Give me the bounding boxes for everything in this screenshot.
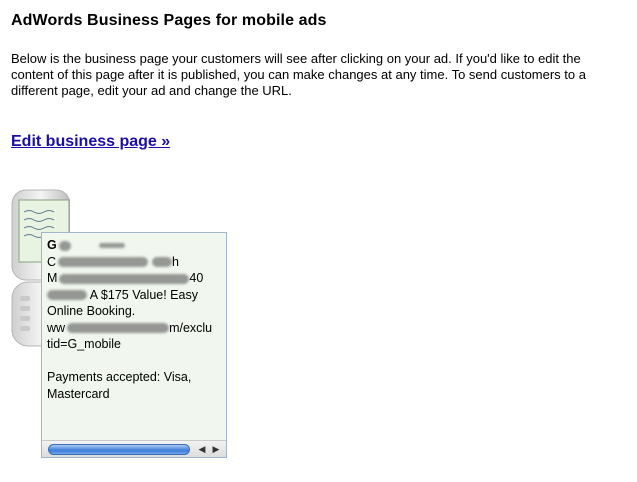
preview-text: C bbox=[47, 254, 57, 269]
preview-line: M 40 bbox=[47, 270, 226, 287]
preview-text: 40 bbox=[189, 271, 204, 285]
page-description: Below is the business page your customer… bbox=[11, 51, 586, 98]
preview-url-text: ww bbox=[47, 320, 66, 335]
preview-url-text: tid=G_mobile bbox=[47, 337, 121, 351]
page-title: AdWords Business Pages for mobile ads bbox=[11, 12, 327, 29]
preview-text: h bbox=[172, 254, 179, 269]
redacted-text bbox=[98, 243, 125, 249]
redacted-text bbox=[58, 257, 149, 268]
preview-line: Ch bbox=[47, 254, 226, 271]
preview-line: ww m/exclu bbox=[47, 320, 226, 337]
preview-content: G Ch M 40 A $175 Value! Easy Online Booki… bbox=[47, 237, 226, 402]
redacted-text bbox=[67, 323, 170, 334]
business-name: G bbox=[47, 238, 57, 252]
preview-text: M bbox=[47, 271, 58, 285]
redacted-text bbox=[59, 273, 190, 284]
preview-url-text: m/exclu bbox=[169, 320, 213, 335]
preview-text: Online Booking. bbox=[47, 304, 136, 318]
payments-text: Mastercard bbox=[47, 386, 110, 401]
redacted-text bbox=[152, 257, 173, 268]
preview-offer-text: A $175 Value! Easy bbox=[89, 287, 198, 302]
redacted-text bbox=[47, 290, 87, 301]
scroll-left-arrow-icon[interactable]: ◀ bbox=[196, 443, 208, 455]
payments-text: Payments accepted: Visa, bbox=[47, 370, 192, 384]
scrollbar-thumb[interactable] bbox=[48, 444, 190, 455]
page: AdWords Business Pages for mobile ads Be… bbox=[0, 0, 637, 482]
business-page-preview: G Ch M 40 A $175 Value! Easy Online Booki… bbox=[41, 232, 227, 458]
redacted-text bbox=[58, 240, 71, 251]
preview-line: G bbox=[47, 237, 226, 254]
preview-line: A $175 Value! Easy bbox=[47, 287, 226, 304]
horizontal-scrollbar[interactable]: ◀ ▶ bbox=[42, 440, 226, 457]
edit-business-page-link[interactable]: Edit business page » bbox=[11, 133, 170, 151]
scroll-right-arrow-icon[interactable]: ▶ bbox=[210, 443, 222, 455]
